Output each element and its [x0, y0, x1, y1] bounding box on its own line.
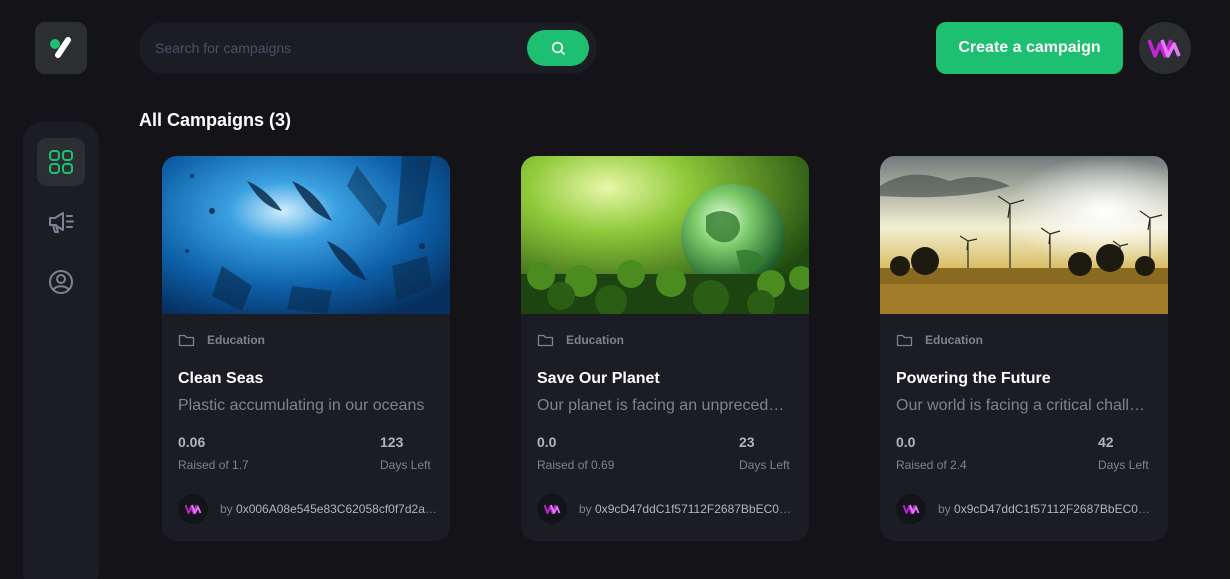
days-left-label: Days Left [739, 458, 790, 472]
owner-address: by 0x9cD47ddC1f57112F2687BbEC06a1b2c3d4e… [579, 502, 797, 516]
avatar[interactable] [1139, 22, 1191, 74]
campaign-title: Clean Seas [178, 370, 264, 387]
owner-address: by 0x006A08e545e83C62058cf0f7d2a5e9C1a2b… [220, 502, 438, 516]
owner-avatar [896, 494, 926, 524]
amount-raised: 0.06 [178, 434, 206, 450]
app-logo[interactable] [35, 22, 87, 74]
search-icon [551, 41, 565, 55]
brand-logo-icon [1148, 39, 1181, 58]
by-label: by [220, 502, 233, 516]
days-left-value: 23 [739, 434, 755, 450]
campaign-description: Our world is facing a critical challenge [896, 397, 1152, 414]
campaign-card-powering-the-future[interactable]: Education Powering the Future Our world … [880, 156, 1168, 541]
campaign-card-save-our-planet[interactable]: Education Save Our Planet Our planet is … [521, 156, 809, 541]
campaign-card-clean-seas[interactable]: Education Clean Seas Plastic accumulatin… [162, 156, 450, 541]
amount-raised: 0.0 [537, 434, 557, 450]
category-label: Education [566, 333, 625, 347]
days-left-label: Days Left [1098, 458, 1149, 472]
days-left-label: Days Left [380, 458, 431, 472]
owner-address-value: 0x006A08e545e83C62058cf0f7d2a5e9C1a2b3F4… [236, 502, 438, 516]
dashboard-grid-icon [49, 150, 73, 174]
folder-icon [537, 334, 554, 347]
category-row: Education [537, 332, 624, 348]
create-campaign-button[interactable]: Create a campaign [936, 22, 1123, 74]
page-title: All Campaigns (3) [139, 110, 292, 130]
raised-of-label: Raised of 0.69 [537, 458, 615, 472]
by-label: by [579, 502, 592, 516]
category-label: Education [925, 333, 984, 347]
campaign-title: Powering the Future [896, 370, 1051, 387]
folder-icon [896, 334, 913, 347]
owner-address-value: 0x9cD47ddC1f57112F2687BbEC06a1b2c3d4e5f6… [954, 502, 1156, 516]
sidebar [23, 122, 99, 579]
campaign-image [162, 156, 450, 314]
amount-raised: 0.0 [896, 434, 916, 450]
sidebar-item-profile[interactable] [37, 258, 85, 306]
campaign-image [521, 156, 809, 314]
sidebar-item-campaigns[interactable] [37, 198, 85, 246]
campaign-description: Plastic accumulating in our oceans [178, 397, 425, 414]
brand-logo-icon [902, 504, 919, 514]
campaign-description: Our planet is facing an unprecedented cr… [537, 397, 793, 414]
folder-icon [178, 334, 195, 347]
brand-logo-icon [184, 504, 201, 514]
megaphone-icon [49, 212, 74, 233]
search-input[interactable] [155, 22, 515, 74]
days-left-value: 42 [1098, 434, 1114, 450]
owner-address: by 0x9cD47ddC1f57112F2687BbEC06a1b2c3d4e… [938, 502, 1156, 516]
days-left-value: 123 [380, 434, 404, 450]
sidebar-item-dashboard[interactable] [37, 138, 85, 186]
category-label: Education [207, 333, 266, 347]
brand-logo-icon [543, 504, 560, 514]
owner-address-value: 0x9cD47ddC1f57112F2687BbEC06a1b2c3d4e5f6… [595, 502, 797, 516]
profile-icon [49, 270, 73, 294]
category-row: Education [178, 332, 265, 348]
raised-of-label: Raised of 2.4 [896, 458, 967, 472]
campaign-image [880, 156, 1168, 314]
campaign-title: Save Our Planet [537, 370, 660, 387]
owner-avatar [537, 494, 567, 524]
search-button[interactable] [527, 30, 589, 66]
logo-icon [50, 37, 71, 58]
owner-avatar [178, 494, 208, 524]
by-label: by [938, 502, 951, 516]
raised-of-label: Raised of 1.7 [178, 458, 249, 472]
search-bar [139, 22, 597, 74]
category-row: Education [896, 332, 983, 348]
